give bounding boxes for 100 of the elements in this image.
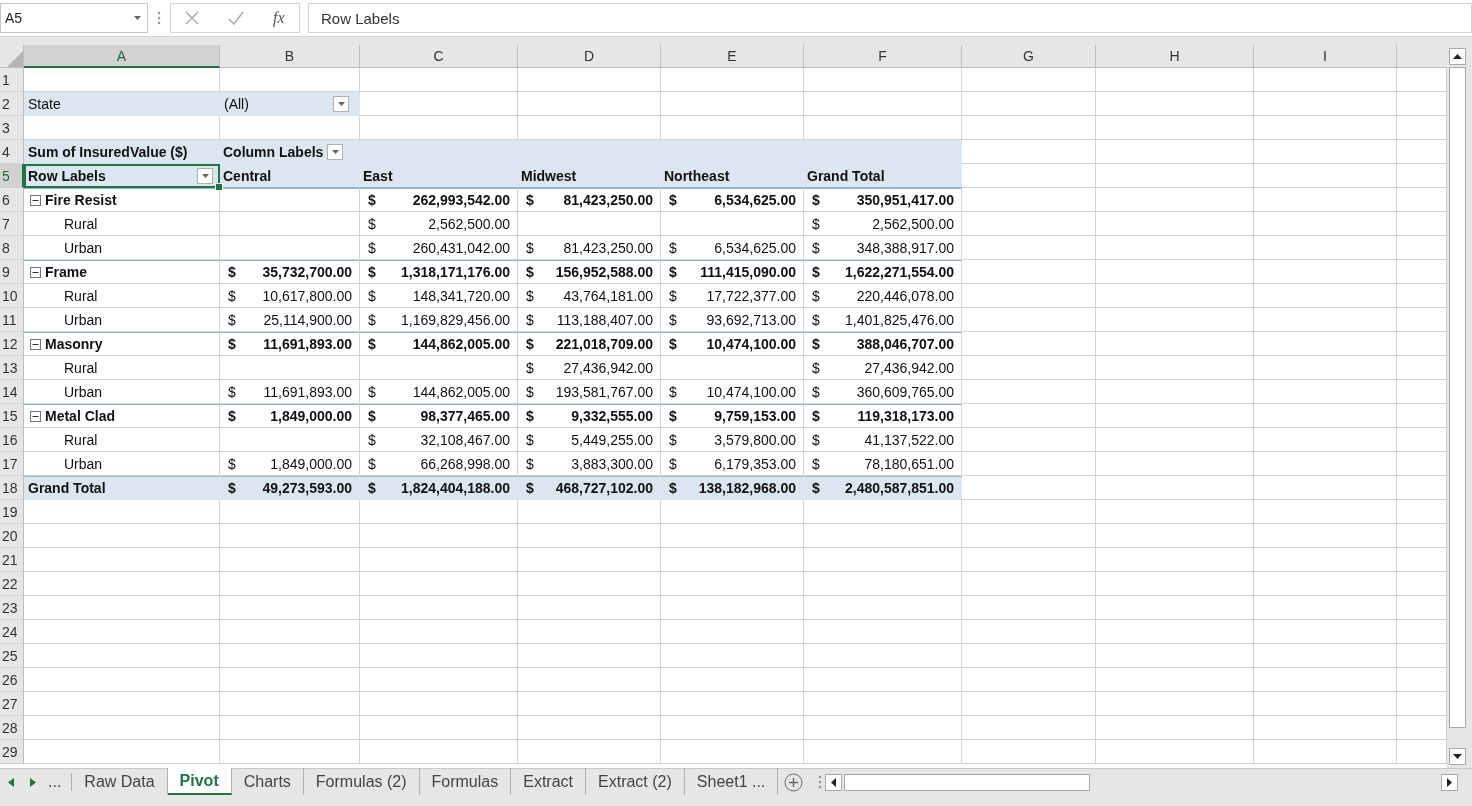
row-header[interactable]: 25 bbox=[0, 644, 24, 668]
scroll-right-button[interactable] bbox=[1441, 773, 1458, 791]
grid-cell bbox=[1397, 452, 1447, 476]
currency-cell: $ 262,993,542.00 bbox=[360, 188, 518, 212]
insert-function-button[interactable]: fx bbox=[273, 9, 285, 27]
filter-dropdown-button[interactable] bbox=[197, 167, 213, 184]
row-header[interactable]: 18 bbox=[0, 476, 24, 500]
scroll-left-button[interactable] bbox=[825, 773, 843, 791]
row-header[interactable]: 6 bbox=[0, 188, 24, 212]
row-header[interactable]: 29 bbox=[0, 740, 24, 764]
currency-cell: $ 113,188,407.00 bbox=[518, 308, 661, 332]
filter-dropdown-button[interactable] bbox=[327, 143, 344, 160]
row-header[interactable]: 15 bbox=[0, 404, 24, 428]
row-header[interactable]: 3 bbox=[0, 116, 24, 140]
column-header[interactable]: C bbox=[360, 45, 518, 68]
collapse-icon[interactable] bbox=[30, 338, 41, 350]
currency-cell: $ 348,388,917.00 bbox=[804, 236, 962, 260]
currency-cell: $ 468,727,102.00 bbox=[518, 476, 661, 500]
column-header-label: Central bbox=[220, 164, 360, 188]
row-header[interactable]: 20 bbox=[0, 524, 24, 548]
row-header[interactable]: 8 bbox=[0, 236, 24, 260]
row-header[interactable]: 17 bbox=[0, 452, 24, 476]
currency-cell: $ 3,579,800.00 bbox=[661, 428, 804, 452]
scroll-down-button[interactable] bbox=[1449, 748, 1466, 765]
row-header[interactable]: 22 bbox=[0, 572, 24, 596]
currency-cell: $ 27,436,942.00 bbox=[804, 356, 962, 380]
currency-cell: $ 78,180,651.00 bbox=[804, 452, 962, 476]
scroll-thumb[interactable] bbox=[1449, 67, 1466, 728]
row-header[interactable]: 19 bbox=[0, 500, 24, 524]
row-header[interactable]: 24 bbox=[0, 620, 24, 644]
more-sheets-button[interactable]: ... bbox=[44, 773, 73, 791]
row-header[interactable]: 27 bbox=[0, 692, 24, 716]
currency-cell: $ 81,423,250.00 bbox=[518, 188, 661, 212]
row-header[interactable]: 2 bbox=[0, 92, 24, 116]
currency-cell: $ 1,622,271,554.00 bbox=[804, 260, 962, 284]
row-header[interactable]: 14 bbox=[0, 380, 24, 404]
collapse-icon[interactable] bbox=[30, 410, 41, 422]
currency-cell: $ 148,341,720.00 bbox=[360, 284, 518, 308]
grid-cell bbox=[1397, 332, 1447, 356]
row-header[interactable]: 23 bbox=[0, 596, 24, 620]
row-header[interactable]: 28 bbox=[0, 716, 24, 740]
grid-cell bbox=[1397, 524, 1447, 548]
row-header[interactable]: 10 bbox=[0, 284, 24, 308]
currency-cell: $ 6,179,353.00 bbox=[661, 452, 804, 476]
collapse-icon[interactable] bbox=[30, 266, 41, 278]
currency-cell: $ 5,449,255.00 bbox=[518, 428, 661, 452]
column-header-label: Northeast bbox=[661, 164, 804, 188]
collapse-icon[interactable] bbox=[30, 194, 41, 206]
row-header[interactable]: 11 bbox=[0, 308, 24, 332]
drag-handle-icon bbox=[817, 774, 824, 790]
currency-cell: $ 388,046,707.00 bbox=[804, 332, 962, 356]
formula-input[interactable]: Row Labels bbox=[308, 3, 1472, 33]
filter-dropdown-button[interactable] bbox=[333, 95, 349, 112]
fill-handle[interactable] bbox=[215, 183, 223, 191]
grid-cell bbox=[1397, 404, 1447, 428]
dropdown-caret-icon bbox=[201, 173, 209, 178]
row-label: Urban bbox=[24, 452, 220, 476]
column-header[interactable]: B bbox=[220, 45, 360, 68]
row-header[interactable]: 12 bbox=[0, 332, 24, 356]
grid-cell bbox=[1397, 428, 1447, 452]
currency-cell: $ 10,617,800.00 bbox=[220, 284, 360, 308]
scroll-up-button[interactable] bbox=[1449, 48, 1466, 65]
plus-circle-icon bbox=[784, 772, 804, 792]
row-header[interactable]: 16 bbox=[0, 428, 24, 452]
grid-cell bbox=[1397, 500, 1447, 524]
row-label: Fire Resist bbox=[45, 192, 117, 208]
row-header[interactable]: 13 bbox=[0, 356, 24, 380]
name-box[interactable]: A5 bbox=[0, 3, 148, 33]
currency-cell: $ 66,268,998.00 bbox=[360, 452, 518, 476]
vertical-scrollbar[interactable] bbox=[1447, 45, 1468, 768]
currency-cell: $ 6,534,625.00 bbox=[661, 188, 804, 212]
row-header[interactable]: 1 bbox=[0, 68, 24, 92]
column-header-label: East bbox=[360, 164, 518, 188]
column-header[interactable]: A bbox=[24, 45, 220, 68]
column-header[interactable]: E bbox=[661, 45, 804, 68]
column-header[interactable]: H bbox=[1096, 45, 1254, 68]
row-header[interactable]: 26 bbox=[0, 668, 24, 692]
column-header[interactable]: I bbox=[1254, 45, 1397, 68]
currency-cell: $ 35,732,700.00 bbox=[220, 260, 360, 284]
column-header[interactable]: D bbox=[518, 45, 661, 68]
row-label: Grand Total bbox=[24, 476, 220, 500]
scroll-thumb[interactable] bbox=[844, 773, 1091, 791]
row-header[interactable]: 21 bbox=[0, 548, 24, 572]
check-icon[interactable] bbox=[228, 11, 245, 25]
currency-cell: $ 119,318,173.00 bbox=[804, 404, 962, 428]
currency-cell: $ 10,474,100.00 bbox=[661, 380, 804, 404]
grid-cell bbox=[1397, 236, 1447, 260]
row-label: Urban bbox=[24, 308, 220, 332]
row-header[interactable]: 9 bbox=[0, 260, 24, 284]
sheet-tab[interactable]: Pivot bbox=[167, 768, 232, 795]
currency-cell: $ 221,018,709.00 bbox=[518, 332, 661, 356]
column-header[interactable]: G bbox=[962, 45, 1096, 68]
row-label: Metal Clad bbox=[45, 408, 115, 424]
row-header[interactable]: 4 bbox=[0, 140, 24, 164]
column-header[interactable]: F bbox=[804, 45, 962, 68]
row-header[interactable]: 7 bbox=[0, 212, 24, 236]
row-label: Frame bbox=[45, 264, 88, 280]
currency-cell: $ 260,431,042.00 bbox=[360, 236, 518, 260]
currency-cell: $ 9,332,555.00 bbox=[518, 404, 661, 428]
row-header[interactable]: 5 bbox=[0, 164, 24, 188]
